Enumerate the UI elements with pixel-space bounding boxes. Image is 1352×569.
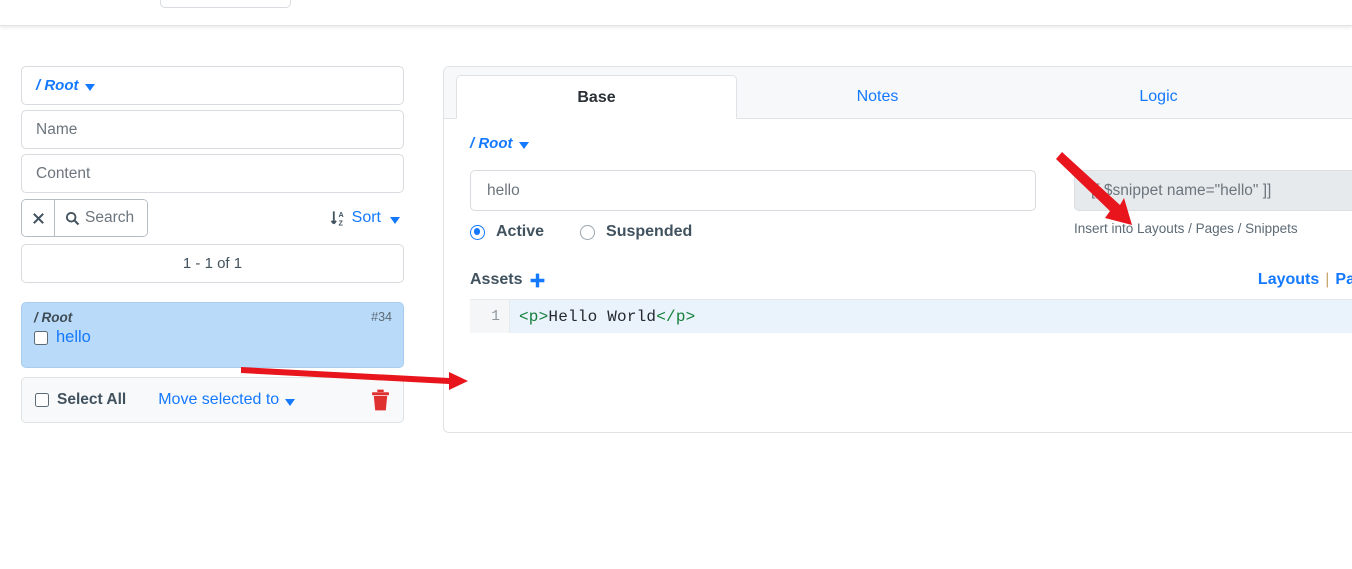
asset-links: Layouts | Pa — [1258, 271, 1352, 289]
chevron-down-icon — [85, 84, 95, 91]
link-separator: | — [1325, 271, 1329, 289]
status-radio-group: Active Suspended — [470, 223, 1036, 241]
assets-label: Assets — [470, 271, 522, 289]
panel-breadcrumb-dropdown[interactable]: / Root — [470, 135, 560, 152]
select-all-control[interactable]: Select All — [35, 391, 126, 409]
close-icon — [31, 211, 46, 226]
editor-line[interactable]: <p>Hello World</p> — [510, 300, 1352, 333]
editor-gutter: 1 — [470, 300, 510, 333]
content-filter-placeholder: Content — [36, 165, 90, 183]
tab-logic-label: Logic — [1139, 88, 1177, 105]
tab-bar: Base Notes Logic — [444, 67, 1352, 119]
tab-logic[interactable]: Logic — [1018, 74, 1299, 118]
snippet-name-input[interactable]: hello — [470, 170, 1036, 211]
panel-breadcrumb-label: / Root — [470, 135, 513, 152]
search-controls: Search A Z Sort — [21, 198, 404, 238]
tab-notes[interactable]: Notes — [737, 74, 1018, 118]
plus-icon[interactable] — [529, 272, 546, 289]
list-item-checkbox[interactable] — [34, 331, 48, 345]
pagination-summary: 1 - 1 of 1 — [21, 244, 404, 283]
search-button-group: Search — [21, 199, 148, 237]
detail-panel: Base Notes Logic / Root hello Active — [443, 66, 1352, 433]
list-item-label[interactable]: hello — [56, 328, 91, 347]
list-item-id: #34 — [371, 310, 392, 324]
assets-row: Assets Layouts | Pa — [470, 271, 1352, 289]
panel-body: / Root hello Active Suspended [[ $snippe… — [444, 119, 1352, 333]
sidebar-breadcrumb-label: / Root — [36, 77, 79, 94]
content-filter-input[interactable]: Content — [21, 154, 404, 193]
snippet-code-column: [[ $snippet name="hello" ]] Insert into … — [1074, 170, 1352, 241]
move-selected-label: Move selected to — [158, 391, 279, 409]
sort-label: Sort — [352, 209, 381, 227]
editor-line-number: 1 — [491, 309, 500, 325]
link-pages[interactable]: Pa — [1335, 271, 1352, 289]
tab-notes-label: Notes — [857, 88, 899, 105]
move-selected-dropdown[interactable]: Move selected to — [158, 391, 295, 409]
sidebar-breadcrumb-dropdown[interactable]: / Root — [21, 66, 404, 105]
tab-base-label: Base — [577, 89, 615, 106]
select-all-label: Select All — [57, 391, 126, 409]
snippet-name-value: hello — [487, 182, 520, 200]
list-footer-toolbar: Select All Move selected to — [21, 377, 404, 423]
form-row: hello Active Suspended [[ $snippet name=… — [470, 170, 1352, 241]
radio-active-label: Active — [496, 223, 544, 241]
radio-suspended-label: Suspended — [606, 223, 692, 241]
search-button[interactable]: Search — [55, 200, 147, 236]
list-item-row: hello — [34, 328, 391, 347]
select-all-checkbox[interactable] — [35, 393, 49, 407]
name-filter-input[interactable]: Name — [21, 110, 404, 149]
svg-text:Z: Z — [338, 218, 343, 227]
editor-text: Hello World — [548, 308, 656, 326]
snippet-code-field[interactable]: [[ $snippet name="hello" ]] — [1074, 170, 1352, 211]
radio-active[interactable] — [470, 225, 485, 240]
name-filter-placeholder: Name — [36, 121, 77, 139]
sidebar: / Root Name Content Search — [21, 66, 404, 423]
code-editor[interactable]: 1 <p>Hello World</p> — [470, 299, 1352, 333]
pagination-label: 1 - 1 of 1 — [183, 255, 242, 272]
chevron-down-icon — [285, 399, 295, 406]
top-bar-strip — [0, 0, 1352, 26]
list-item-path: / Root — [34, 310, 391, 325]
list-item[interactable]: / Root #34 hello — [21, 302, 404, 368]
editor-close-tag: </p> — [656, 308, 695, 326]
editor-open-tag: <p> — [519, 308, 548, 326]
link-layouts[interactable]: Layouts — [1258, 271, 1319, 289]
snippet-code-hint: Insert into Layouts / Pages / Snippets — [1074, 221, 1352, 236]
top-partial-box — [160, 0, 291, 8]
trash-icon[interactable] — [371, 389, 390, 411]
search-button-label: Search — [85, 209, 134, 227]
radio-suspended[interactable] — [580, 225, 595, 240]
search-icon — [65, 211, 80, 226]
sort-dropdown[interactable]: A Z Sort — [330, 209, 400, 228]
snippet-code-value: [[ $snippet name="hello" ]] — [1091, 182, 1271, 200]
clear-search-button[interactable] — [22, 200, 55, 236]
chevron-down-icon — [519, 142, 529, 149]
tab-base[interactable]: Base — [456, 75, 737, 119]
sort-az-icon: A Z — [330, 209, 349, 228]
chevron-down-icon — [390, 217, 400, 224]
